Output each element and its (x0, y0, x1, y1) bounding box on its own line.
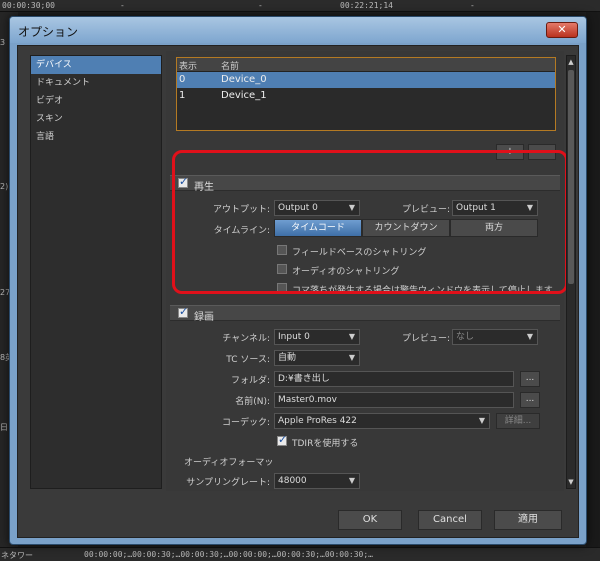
timecode-display: 00:22:21;14 (340, 1, 393, 10)
sidebar-item-document[interactable]: ドキュメント (31, 74, 161, 92)
scroll-up-icon[interactable]: ▲ (567, 57, 575, 67)
dialog-client-area: デバイス ドキュメント ビデオ スキン 言語 表示 名前 0 Device_0 … (17, 45, 579, 538)
device-index: 1 (179, 90, 186, 101)
scroll-down-icon[interactable]: ▼ (567, 477, 575, 487)
bg-label: 日 (0, 423, 8, 432)
timecode-display: 00:00:30;00 (2, 1, 55, 10)
sample-rate-label: サンプリングレート: (186, 478, 270, 488)
table-row[interactable]: 1 Device_1 (177, 88, 555, 104)
timecode-display: - (258, 1, 263, 10)
bg-timeline-ruler: 00:00:00;…00:00:30;…00:00:30;…00:00:00;…… (84, 550, 373, 559)
codec-label: コーデック: (221, 418, 270, 428)
filename-field[interactable]: Master0.mov (274, 392, 514, 408)
timecode-display: - (120, 1, 125, 10)
category-list: デバイス ドキュメント ビデオ スキン 言語 (30, 55, 162, 489)
background-timeline-bar: ネタワー 00:00:00;…00:00:30;…00:00:30;…00:00… (0, 547, 600, 561)
background-top-bar: 00:00:30;00 - - 00:22:21;14 - (0, 0, 600, 12)
codec-select-value: Apple ProRes 422 (278, 416, 357, 426)
options-dialog: オプション ✕ デバイス ドキュメント ビデオ スキン 言語 表示 名前 0 D… (9, 16, 587, 545)
background-right-panel (586, 12, 600, 561)
timecode-display: - (470, 1, 475, 10)
highlight-annotation (172, 150, 568, 294)
column-header-display[interactable]: 表示 (179, 59, 197, 72)
bg-bottom-label: ネタワー (1, 551, 33, 560)
settings-scrollbar[interactable]: ▲ ▼ (566, 55, 576, 489)
close-button[interactable]: ✕ (546, 22, 578, 38)
sidebar-item-skin[interactable]: スキン (31, 110, 161, 128)
tdir-checkbox[interactable] (277, 433, 287, 446)
tc-source-label: TC ソース: (226, 355, 270, 365)
dialog-title: オプション (18, 25, 79, 39)
sidebar-item-language[interactable]: 言語 (31, 128, 161, 146)
channel-select[interactable]: Input 0 ▼ (274, 329, 360, 345)
dialog-titlebar[interactable]: オプション ✕ (10, 17, 586, 43)
record-section-title: 録画 (194, 312, 214, 323)
name-label: 名前(N): (235, 397, 270, 407)
folder-browse-button[interactable]: ... (520, 371, 540, 387)
device-index: 0 (179, 74, 186, 85)
bg-label: 2) (0, 182, 9, 191)
device-table-header: 表示 名前 (177, 58, 555, 72)
channel-label: チャンネル: (222, 334, 270, 344)
cancel-button[interactable]: Cancel (418, 510, 482, 530)
record-enable-checkbox[interactable] (178, 305, 188, 318)
channel-select-value: Input 0 (278, 332, 310, 342)
sample-rate-value: 48000 (278, 476, 307, 486)
device-table: 表示 名前 0 Device_0 1 Device_1 (176, 57, 556, 131)
tdir-label: TDIRを使用する (292, 439, 359, 449)
close-icon: ✕ (557, 23, 567, 36)
codec-select[interactable]: Apple ProRes 422 ▼ (274, 413, 490, 429)
tc-source-value: 自動 (278, 353, 297, 363)
chevron-down-icon: ▼ (348, 476, 355, 485)
bg-label: 3 (0, 38, 6, 47)
record-preview-value: なし (456, 332, 475, 342)
column-header-name[interactable]: 名前 (221, 59, 239, 72)
record-preview-label: プレビュー: (401, 334, 450, 344)
sidebar-item-device[interactable]: デバイス (31, 56, 161, 74)
sample-rate-select[interactable]: 48000 ▼ (274, 473, 360, 489)
chevron-down-icon: ▼ (348, 332, 355, 341)
scrollbar-thumb[interactable] (568, 70, 574, 284)
chevron-down-icon: ▼ (526, 332, 533, 341)
apply-button[interactable]: 適用 (494, 510, 562, 530)
record-section-header: 録画 (170, 305, 560, 323)
filename-browse-button[interactable]: ... (520, 392, 540, 408)
ok-button[interactable]: OK (338, 510, 402, 530)
device-name: Device_0 (221, 74, 267, 85)
record-preview-select[interactable]: なし ▼ (452, 329, 538, 345)
folder-field[interactable]: D:¥書き出し (274, 371, 514, 387)
chevron-down-icon: ▼ (348, 353, 355, 362)
audio-format-label: オーディオフォーマッ (184, 458, 274, 468)
codec-detail-button[interactable]: 詳細... (496, 413, 540, 429)
sidebar-item-video[interactable]: ビデオ (31, 92, 161, 110)
folder-label: フォルダ: (230, 376, 270, 386)
chevron-down-icon: ▼ (478, 416, 485, 425)
record-section: 録画 チャンネル: Input 0 ▼ プレビュー: なし ▼ TC ソース: … (170, 305, 560, 491)
tc-source-select[interactable]: 自動 ▼ (274, 350, 360, 366)
device-name: Device_1 (221, 90, 267, 101)
table-row[interactable]: 0 Device_0 (177, 72, 555, 88)
